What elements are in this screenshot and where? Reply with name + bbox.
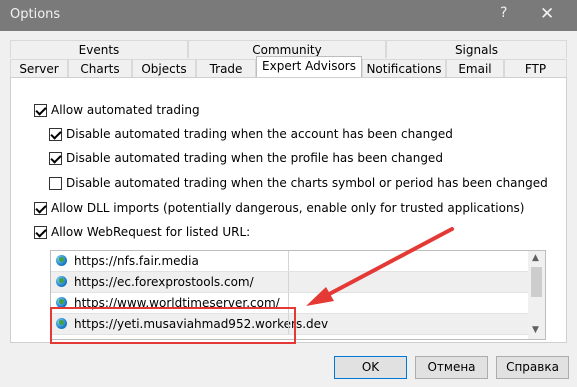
tab-expert-advisors[interactable]: Expert Advisors	[256, 56, 362, 77]
ok-button[interactable]: OK	[334, 356, 407, 379]
help-button[interactable]: Справка	[496, 356, 569, 379]
cancel-button[interactable]: Отмена	[415, 356, 488, 379]
